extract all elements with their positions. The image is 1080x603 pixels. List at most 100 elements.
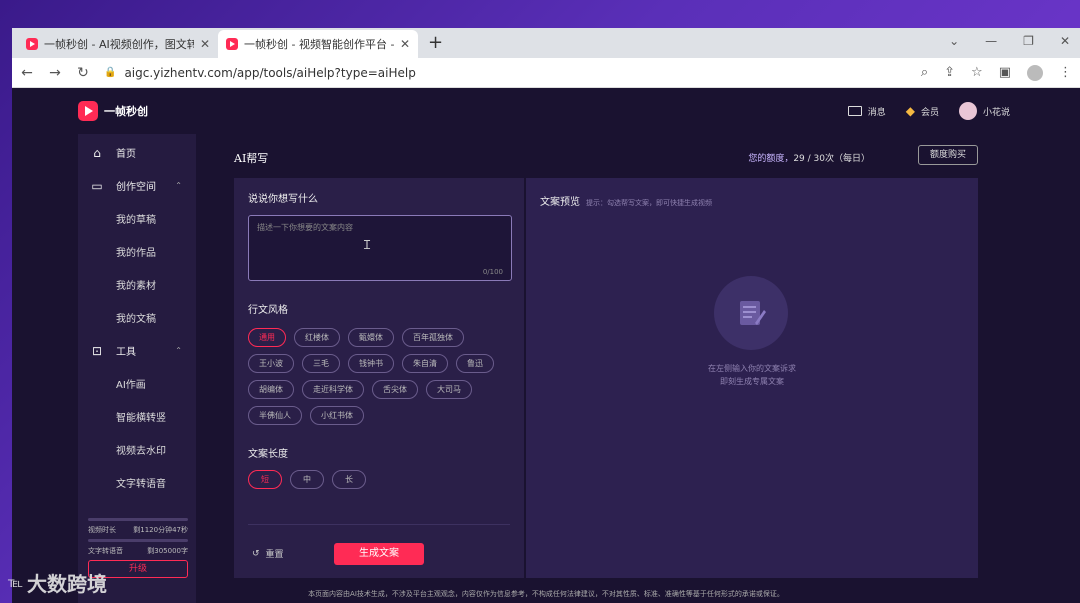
length-chip-long[interactable]: 长 [332,470,366,489]
close-window-icon[interactable]: ✕ [1060,34,1070,48]
sidebar-item-label: 我的文稿 [116,314,156,325]
input-footer: ↺ 重置 生成文案 [248,524,510,578]
length-title: 文案长度 [248,449,288,460]
new-tab-button[interactable]: + [418,30,453,58]
style-chip[interactable]: 舌尖体 [372,380,418,399]
menu-kebab-icon[interactable]: ⋮ [1059,65,1072,80]
style-chip[interactable]: 通用 [248,328,286,347]
back-icon[interactable]: ← [20,65,34,81]
browser-tab-2[interactable]: 一帧秒创 - 视频智能创作平台 - / ✕ [218,30,418,58]
video-quota-label: 视频时长 [88,526,116,534]
reset-label: 重置 [265,550,284,560]
brand-logo[interactable]: 一帧秒创 [78,101,148,121]
browser-window: 一帧秒创 - AI视频创作，图文转 ✕ 一帧秒创 - 视频智能创作平台 - / … [12,28,1080,603]
site-favicon-icon [26,38,38,50]
style-chip[interactable]: 百年孤独体 [402,328,464,347]
sidebar-item-tools[interactable]: ⊡ 工具 ⌃ [78,334,196,367]
prompt-placeholder: 描述一下你想要的文案内容 [257,223,353,232]
restore-icon[interactable]: ❐ [1023,34,1034,48]
usage-prefix: 您的额度， [748,154,794,164]
sidebar-item-label: 我的草稿 [116,215,156,226]
sidebar-item-label: 文字转语音 [116,479,166,490]
member-link[interactable]: ◆ 会员 [906,104,939,118]
lock-icon[interactable]: 🔒 [104,67,116,78]
sidebar-item-drafts[interactable]: 我的草稿 [78,202,196,235]
sidebar-item-home[interactable]: ⌂ 首页 [78,136,196,169]
close-tab-icon[interactable]: ✕ [400,37,410,51]
style-options: 通用 红楼体 甄嬛体 百年孤独体 王小波 三毛 钱钟书 朱自清 鲁迅 胡编体 走… [248,328,508,425]
sidebar-item-text-to-speech[interactable]: 文字转语音 [78,466,196,499]
chevron-up-icon: ⌃ [175,181,182,190]
sidebar-item-remove-watermark[interactable]: 视频去水印 [78,433,196,466]
style-chip[interactable]: 钱钟书 [348,354,394,373]
char-counter: 0/100 [482,268,503,276]
profile-icon[interactable] [1027,64,1043,81]
browser-toolbar: ⌕ ⇪ ☆ ▣ ⋮ [921,64,1072,81]
zoom-icon[interactable]: ⌕ [921,65,928,80]
sidebar-item-label: 智能横转竖 [116,413,166,424]
sidebar-item-label: 我的素材 [116,281,156,292]
chevron-up-icon: ⌃ [175,346,182,355]
watermark: ℡ 大数跨境 [8,568,107,597]
brand-play-icon [78,101,98,121]
input-panel: 说说你想写什么 描述一下你想要的文案内容 Ｉ 0/100 行文风格 通用 红楼体… [234,178,524,578]
reset-button[interactable]: ↺ 重置 [252,547,284,561]
style-chip[interactable]: 半佛仙人 [248,406,302,425]
minimize-icon[interactable]: — [985,34,997,48]
sidebar-item-works[interactable]: 我的作品 [78,235,196,268]
avatar [958,102,977,120]
messages-label: 消息 [867,107,886,118]
style-chip[interactable]: 鲁迅 [456,354,494,373]
usage-value: 29 / 30次（每日） [793,154,870,164]
url-field[interactable]: 🔒 aigc.yizhentv.com/app/tools/aiHelp?typ… [104,66,907,80]
length-chip-medium[interactable]: 中 [290,470,324,489]
user-menu[interactable]: 小花说 [958,102,1010,120]
url-text: aigc.yizhentv.com/app/tools/aiHelp?type=… [124,65,416,80]
style-chip[interactable]: 小红书体 [310,406,364,425]
reset-icon: ↺ [252,548,260,559]
forward-icon[interactable]: → [48,65,62,81]
style-chip[interactable]: 大司马 [426,380,472,399]
share-icon[interactable]: ⇪ [944,65,955,80]
text-cursor-icon: Ｉ [361,238,374,252]
bookmark-star-icon[interactable]: ☆ [971,65,983,80]
main-content: AI帮写 您的额度，29 / 30次（每日） 额度购买 说说你想写什么 描述一下… [234,134,978,584]
video-quota-bar [88,518,188,521]
prompt-textarea[interactable]: 描述一下你想要的文案内容 Ｉ 0/100 [248,215,512,281]
sidebar-item-landscape-to-portrait[interactable]: 智能横转竖 [78,400,196,433]
preview-title: 文案预览 [540,197,580,208]
style-chip[interactable]: 王小波 [248,354,294,373]
member-label: 会员 [920,107,939,118]
diamond-icon: ◆ [905,104,915,118]
tts-quota-bar [88,539,188,542]
style-chip[interactable]: 朱自清 [402,354,448,373]
sidebar-item-documents[interactable]: 我的文稿 [78,301,196,334]
messages-link[interactable]: 消息 [847,105,886,118]
toolbox-icon: ⊡ [91,343,103,358]
sidebar-item-label: 我的作品 [116,248,156,259]
sidebar-item-creation-space[interactable]: ▭ 创作空间 ⌃ [78,169,196,202]
close-tab-icon[interactable]: ✕ [200,37,210,51]
tts-quota-value: 剩305000字 [147,547,188,555]
reload-icon[interactable]: ↻ [76,65,90,81]
style-chip[interactable]: 走近科学体 [302,380,364,399]
browser-tab-1[interactable]: 一帧秒创 - AI视频创作，图文转 ✕ [18,30,218,58]
length-chip-short[interactable]: 短 [248,470,282,489]
tab-search-icon[interactable]: ⌄ [949,34,959,48]
generate-button[interactable]: 生成文案 [334,543,424,565]
style-chip[interactable]: 红楼体 [294,328,340,347]
tab-bar: 一帧秒创 - AI视频创作，图文转 ✕ 一帧秒创 - 视频智能创作平台 - / … [12,28,1080,58]
window-controls: ⌄ — ❐ ✕ [949,34,1070,48]
sidebar-toggle-icon[interactable]: ▣ [999,65,1011,80]
mail-icon [847,106,862,116]
buy-quota-button[interactable]: 额度购买 [918,145,978,165]
tab-title: 一帧秒创 - 视频智能创作平台 - / [244,38,394,51]
sidebar-item-ai-drawing[interactable]: AI作画 [78,367,196,400]
style-chip[interactable]: 三毛 [302,354,340,373]
sidebar-item-label: 首页 [116,149,136,160]
header-actions: 消息 ◆ 会员 小花说 [847,102,1010,120]
username: 小花说 [982,107,1010,118]
style-chip[interactable]: 胡编体 [248,380,294,399]
sidebar-item-materials[interactable]: 我的素材 [78,268,196,301]
style-chip[interactable]: 甄嬛体 [348,328,394,347]
